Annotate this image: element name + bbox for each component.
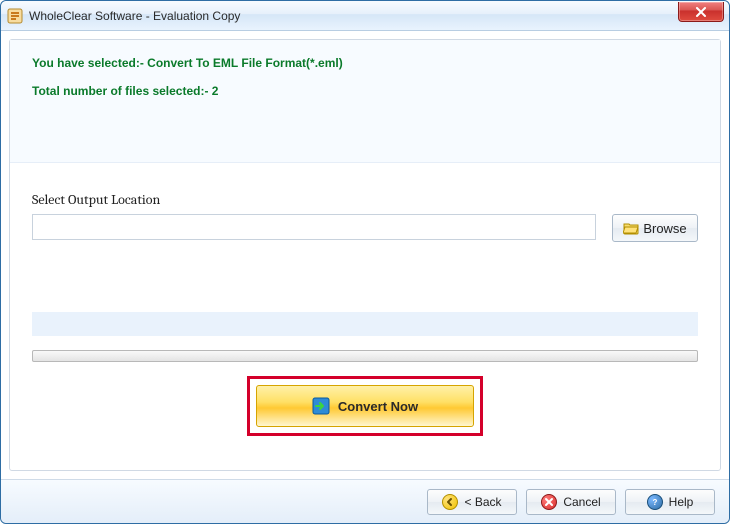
back-label: < Back [464, 495, 501, 509]
output-location-label: Select Output Location [32, 191, 698, 208]
cancel-button[interactable]: Cancel [526, 489, 616, 515]
output-block: Select Output Location Browse [10, 163, 720, 242]
help-label: Help [669, 495, 694, 509]
convert-highlight: Convert Now [247, 376, 483, 436]
convert-now-button[interactable]: Convert Now [256, 385, 474, 427]
help-icon: ? [647, 494, 663, 510]
convert-icon [312, 397, 330, 415]
output-row: Browse [32, 214, 698, 242]
file-count-text: Total number of files selected:- 2 [32, 84, 698, 98]
window-title: WholeClear Software - Evaluation Copy [29, 9, 240, 23]
close-button[interactable] [678, 2, 724, 22]
app-icon [7, 8, 23, 24]
browse-label: Browse [643, 221, 686, 236]
close-icon [695, 7, 707, 17]
back-button[interactable]: < Back [427, 489, 517, 515]
convert-now-label: Convert Now [338, 399, 418, 414]
client-area: You have selected:- Convert To EML File … [1, 31, 729, 479]
main-panel: You have selected:- Convert To EML File … [9, 39, 721, 471]
convert-wrap: Convert Now [10, 376, 720, 436]
cancel-label: Cancel [563, 495, 600, 509]
back-icon [442, 494, 458, 510]
progress-bar [32, 350, 698, 362]
folder-icon [623, 221, 639, 235]
title-bar: WholeClear Software - Evaluation Copy [1, 1, 729, 31]
svg-text:?: ? [652, 498, 657, 507]
output-path-input[interactable] [32, 214, 596, 240]
browse-button[interactable]: Browse [612, 214, 698, 242]
cancel-icon [541, 494, 557, 510]
help-button[interactable]: ? Help [625, 489, 715, 515]
footer-bar: < Back Cancel ? Help [1, 479, 729, 523]
selected-format-text: You have selected:- Convert To EML File … [32, 56, 698, 70]
progress-area [10, 312, 720, 362]
app-window: WholeClear Software - Evaluation Copy Yo… [0, 0, 730, 524]
progress-placeholder [32, 312, 698, 336]
info-block: You have selected:- Convert To EML File … [10, 40, 720, 163]
